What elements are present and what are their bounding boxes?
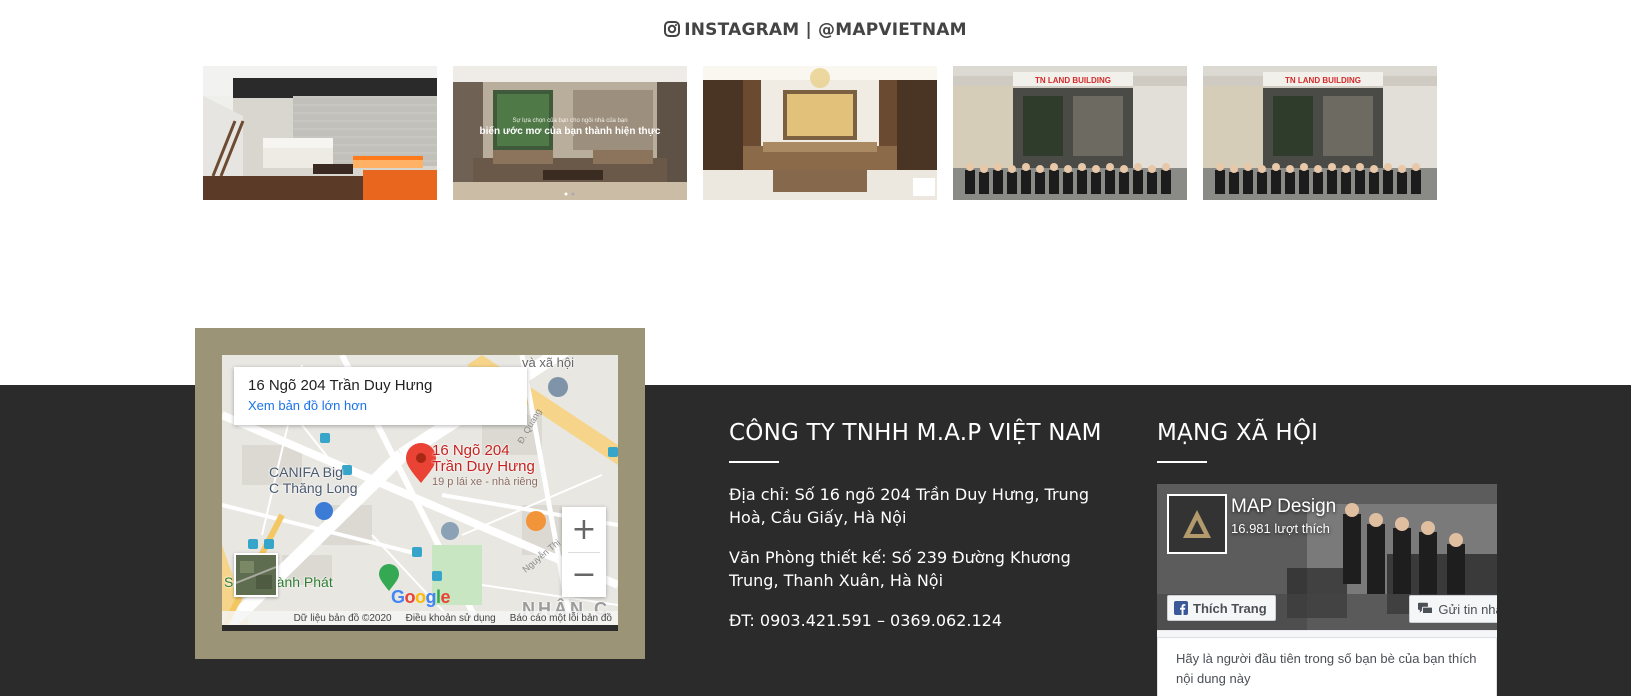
map-info-card: 16 Ngõ 204 Trần Duy Hưng Xem bản đồ lớn …: [234, 367, 527, 425]
social-title: MẠNG XÃ HỘI: [1157, 420, 1319, 446]
facebook-like-page-label: Thích Trang: [1193, 600, 1267, 616]
instagram-post[interactable]: TN LAND BUILDING: [1203, 66, 1437, 200]
facebook-icon: [1174, 601, 1188, 615]
facebook-cover-photo[interactable]: MAP Design 16.981 lượt thích Thích Trang…: [1157, 484, 1497, 630]
view-larger-map-link[interactable]: Xem bản đồ lớn hơn: [248, 398, 367, 413]
satellite-toggle[interactable]: [234, 553, 278, 597]
facebook-like-page-button[interactable]: Thích Trang: [1167, 595, 1276, 621]
map-poi-vaxahoi: và xã hội: [522, 355, 575, 370]
map-poi-canifa-line2: C Thăng Long: [269, 480, 358, 496]
map-report-link[interactable]: Báo cáo một lỗi bản đồ: [510, 613, 612, 624]
map-zoom-controls: + −: [562, 507, 606, 597]
map-pin-label-line2: Trần Duy Hưng: [432, 458, 535, 475]
map-terms-link[interactable]: Điều khoản sử dụng: [406, 613, 496, 624]
facebook-message-label: Gửi tin nhắn: [1438, 601, 1497, 617]
company-title: CÔNG TY TNHH M.A.P VIỆT NAM: [729, 420, 1102, 446]
map-bottom-bar: [222, 625, 618, 631]
map-poi-canifa[interactable]: CANIFA Big C Thăng Long: [269, 464, 357, 496]
company-info: CÔNG TY TNHH M.A.P VIỆT NAM Địa chỉ: Số …: [729, 420, 1109, 649]
message-icon: [1418, 602, 1433, 614]
instagram-grid: Sự lựa chọn của bạn cho ngôi nhà của bạn…: [203, 66, 1437, 200]
facebook-page-avatar[interactable]: [1167, 494, 1227, 554]
map-data-credit: Dữ liệu bản đồ ©2020: [293, 612, 392, 624]
facebook-page-widget: MAP Design 16.981 lượt thích Thích Trang…: [1157, 484, 1497, 696]
instagram-post[interactable]: [703, 66, 937, 200]
google-logo: Google: [391, 587, 451, 607]
google-map[interactable]: Đ. Quang Nguyễn Thị 16 Ngõ 204 Trần Duy …: [222, 355, 618, 631]
instagram-post[interactable]: Sự lựa chọn của bạn cho ngôi nhà của bạn…: [453, 66, 687, 200]
facebook-friends-panel: Hãy là người đầu tiên trong số bạn bè củ…: [1157, 630, 1497, 696]
zoom-divider: [568, 552, 600, 553]
map-pin-sublabel: 19 p lái xe - nhà riêng: [432, 476, 538, 488]
post-overlay-line1: Sự lựa chọn của bạn cho ngôi nhà của bạn: [512, 117, 627, 124]
map-pin-label-line1: 16 Ngõ 204: [432, 442, 510, 459]
title-underline: [729, 461, 779, 463]
facebook-page-name[interactable]: MAP Design: [1231, 496, 1336, 518]
company-address: Địa chỉ: Số 16 ngõ 204 Trần Duy Hưng, Tr…: [729, 485, 1089, 527]
facebook-like-count: 16.981 lượt thích: [1231, 521, 1330, 536]
instagram-heading-text: INSTAGRAM | @MAPVIETNAM: [684, 20, 967, 40]
company-phone: ĐT: 0903.421.591 – 0369.062.124: [729, 611, 1002, 630]
instagram-heading[interactable]: INSTAGRAM | @MAPVIETNAM: [0, 20, 1631, 42]
company-office: Văn Phòng thiết kế: Số 239 Đường Khương …: [729, 548, 1071, 590]
facebook-friends-text: Hãy là người đầu tiên trong số bạn bè củ…: [1176, 651, 1477, 686]
instagram-post[interactable]: [203, 66, 437, 200]
facebook-message-button[interactable]: Gửi tin nhắn: [1409, 595, 1497, 623]
map-frame: Đ. Quang Nguyễn Thị 16 Ngõ 204 Trần Duy …: [195, 328, 645, 659]
title-underline: [1157, 461, 1207, 463]
post-overlay-line2: biến ước mơ của bạn thành hiện thực: [480, 125, 661, 137]
social-section: MẠNG XÃ HỘI MAP Design 16.981 lượt thích…: [1157, 420, 1497, 696]
instagram-icon: [664, 21, 681, 42]
map-pin-label: 16 Ngõ 204 Trần Duy Hưng: [432, 443, 535, 475]
page: INSTAGRAM | @MAPVIETNAM Sự lựa chọn của …: [0, 0, 1631, 696]
zoom-out-button[interactable]: −: [562, 552, 606, 597]
svg-text:TN LAND BUILDING: TN LAND BUILDING: [1035, 76, 1111, 85]
facebook-friends-box: Hãy là người đầu tiên trong số bạn bè củ…: [1157, 637, 1497, 696]
map-attribution: Dữ liệu bản đồ ©2020 Điều khoản sử dụng …: [222, 611, 618, 625]
map-card-address: 16 Ngõ 204 Trần Duy Hưng: [248, 377, 433, 394]
zoom-in-button[interactable]: +: [562, 507, 606, 552]
svg-text:TN LAND BUILDING: TN LAND BUILDING: [1285, 76, 1361, 85]
map-poi-canifa-line1: CANIFA Big: [269, 464, 343, 480]
instagram-post[interactable]: TN LAND BUILDING: [953, 66, 1187, 200]
